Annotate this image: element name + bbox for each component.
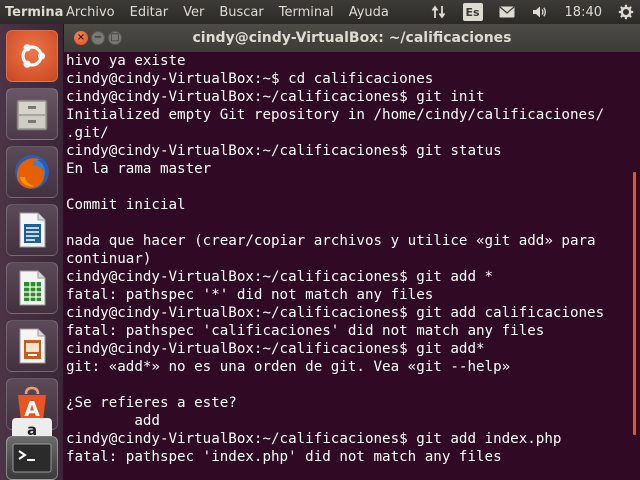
terminal-line: ¿Se refieres a este? [66,395,237,411]
window-title: cindy@cindy-VirtualBox: ~/calificaciones [192,30,512,46]
keyboard-layout-indicator[interactable]: Es [462,0,483,24]
terminal-line: cindy@cindy-VirtualBox:~/calificaciones$… [66,431,562,447]
launcher: A a [0,24,64,480]
app-title: Terminal [5,4,64,20]
terminal-output[interactable]: hivo ya existe cindy@cindy-VirtualBox:~$ … [64,52,640,480]
menu-buscar[interactable]: Buscar [212,5,271,20]
top-panel: Terminal Archivo Editar Ver Buscar Termi… [0,0,640,24]
terminal-scrollbar[interactable] [633,172,636,435]
terminal-line: Commit inicial [66,197,186,213]
terminal-line: cindy@cindy-VirtualBox:~/calificaciones$… [66,341,485,357]
terminal-line: cindy@cindy-VirtualBox:~/calificaciones$… [66,143,502,159]
terminal-line: cindy@cindy-VirtualBox:~/calificaciones$… [66,305,605,321]
terminal-text: hivo ya existe cindy@cindy-VirtualBox:~$ … [66,52,604,466]
terminal-line: nada que hacer (crear/copiar archivos y … [66,233,596,249]
terminal-line: continuar) [66,251,152,267]
terminal-line: .git/ [66,125,109,141]
volume-icon[interactable] [531,0,547,24]
terminal-line: En la rama master [66,161,212,177]
minimize-button[interactable]: − [91,31,105,45]
libreoffice-impress-icon[interactable] [6,320,58,372]
terminal-line: cindy@cindy-VirtualBox:~/calificaciones$… [66,89,485,105]
clock[interactable]: 18:40 [565,5,602,20]
firefox-icon[interactable] [6,146,58,198]
terminal-line: fatal: pathspec 'calificaciones' did not… [66,323,545,339]
terminal-icon[interactable] [6,436,58,480]
ubuntu-dash-icon[interactable] [6,30,58,82]
indicators: Es 18:40 [423,0,640,24]
menu-ver[interactable]: Ver [176,5,212,20]
mail-icon[interactable] [499,0,515,24]
menu-editar[interactable]: Editar [123,5,177,20]
network-updown-icon[interactable] [431,0,447,24]
menu-ayuda[interactable]: Ayuda [342,5,397,20]
menu-archivo[interactable]: Archivo [64,5,123,20]
terminal-line: add [66,413,160,429]
close-button[interactable]: × [74,31,88,45]
terminal-line: fatal: pathspec 'index.php' did not matc… [66,449,502,465]
terminal-line: cindy@cindy-VirtualBox:~$ cd calificacio… [66,71,434,87]
terminal-line: Initialized empty Git repository in /hom… [66,107,605,123]
window-titlebar[interactable]: × − □ cindy@cindy-VirtualBox: ~/califica… [64,24,640,52]
libreoffice-calc-icon[interactable] [6,262,58,314]
terminal-line: git: «add*» no es una orden de git. Vea … [66,359,511,375]
keyboard-layout-label: Es [462,3,483,21]
terminal-line: fatal: pathspec '*' did not match any fi… [66,287,434,303]
power-gear-icon[interactable] [618,0,634,24]
maximize-button[interactable]: □ [108,31,122,45]
terminal-window: × − □ cindy@cindy-VirtualBox: ~/califica… [64,24,640,480]
libreoffice-writer-icon[interactable] [6,204,58,256]
terminal-line: cindy@cindy-VirtualBox:~/calificaciones$… [66,269,494,285]
menu-terminal[interactable]: Terminal [272,5,342,20]
terminal-line: hivo ya existe [66,53,186,69]
files-icon[interactable] [6,88,58,140]
